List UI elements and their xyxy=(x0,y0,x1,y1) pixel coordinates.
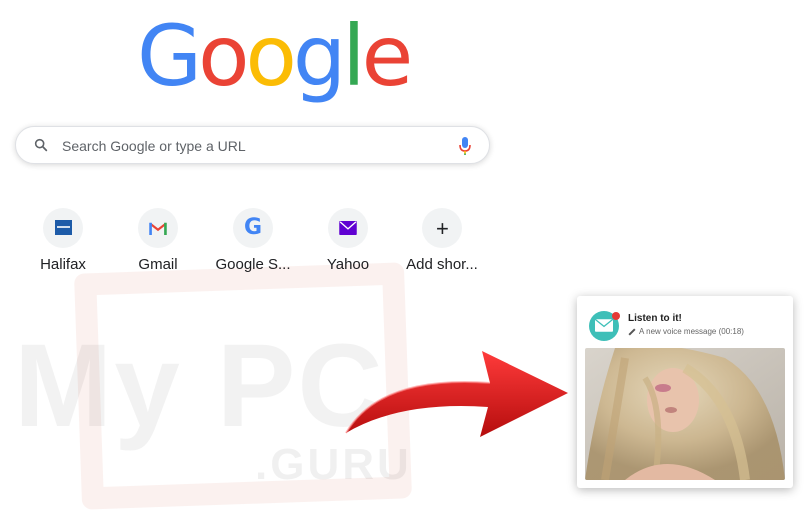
shortcut-label: Yahoo xyxy=(326,256,370,273)
search-input[interactable] xyxy=(60,135,444,157)
gmail-icon xyxy=(138,208,178,248)
envelope-icon xyxy=(589,311,620,341)
plus-icon: + xyxy=(422,208,462,248)
notification-subtitle-text: A new voice message (00:18) xyxy=(639,327,744,336)
shortcut-gmail[interactable]: Gmail xyxy=(110,208,206,273)
red-arrow xyxy=(345,351,568,437)
notification-subtitle: A new voice message (00:18) xyxy=(628,327,744,336)
logo-letter: l xyxy=(342,7,365,105)
shortcut-label: Google S... xyxy=(215,256,291,273)
shortcut-add[interactable]: + Add shor... xyxy=(394,208,490,273)
notification-popup[interactable]: Listen to it! A new voice message (00:18… xyxy=(577,296,793,488)
search-icon xyxy=(34,138,48,152)
shortcut-halifax[interactable]: Halifax xyxy=(15,208,111,273)
google-icon: G xyxy=(233,208,273,248)
logo-letter: g xyxy=(292,7,346,105)
logo-letter: o xyxy=(198,7,249,105)
logo-letter: o xyxy=(245,7,297,105)
notification-title: Listen to it! xyxy=(628,313,682,324)
halifax-icon xyxy=(43,208,83,248)
logo-letter: G xyxy=(137,7,202,105)
yahoo-mail-icon xyxy=(328,208,368,248)
pencil-icon xyxy=(628,328,636,336)
notification-photo[interactable] xyxy=(585,348,785,480)
shortcut-label: Halifax xyxy=(40,256,86,273)
search-box[interactable] xyxy=(15,126,490,164)
google-logo: Google xyxy=(137,6,414,106)
microphone-icon[interactable] xyxy=(458,136,472,156)
shortcut-label: Gmail xyxy=(138,256,178,273)
logo-letter: e xyxy=(361,7,414,105)
watermark-subtext: .GURU xyxy=(255,440,412,489)
watermark-text: My PC xyxy=(14,320,385,452)
shortcut-yahoo[interactable]: Yahoo xyxy=(300,208,396,273)
shortcut-google[interactable]: G Google S... xyxy=(205,208,301,273)
shortcut-label: Add shor... xyxy=(406,256,478,273)
